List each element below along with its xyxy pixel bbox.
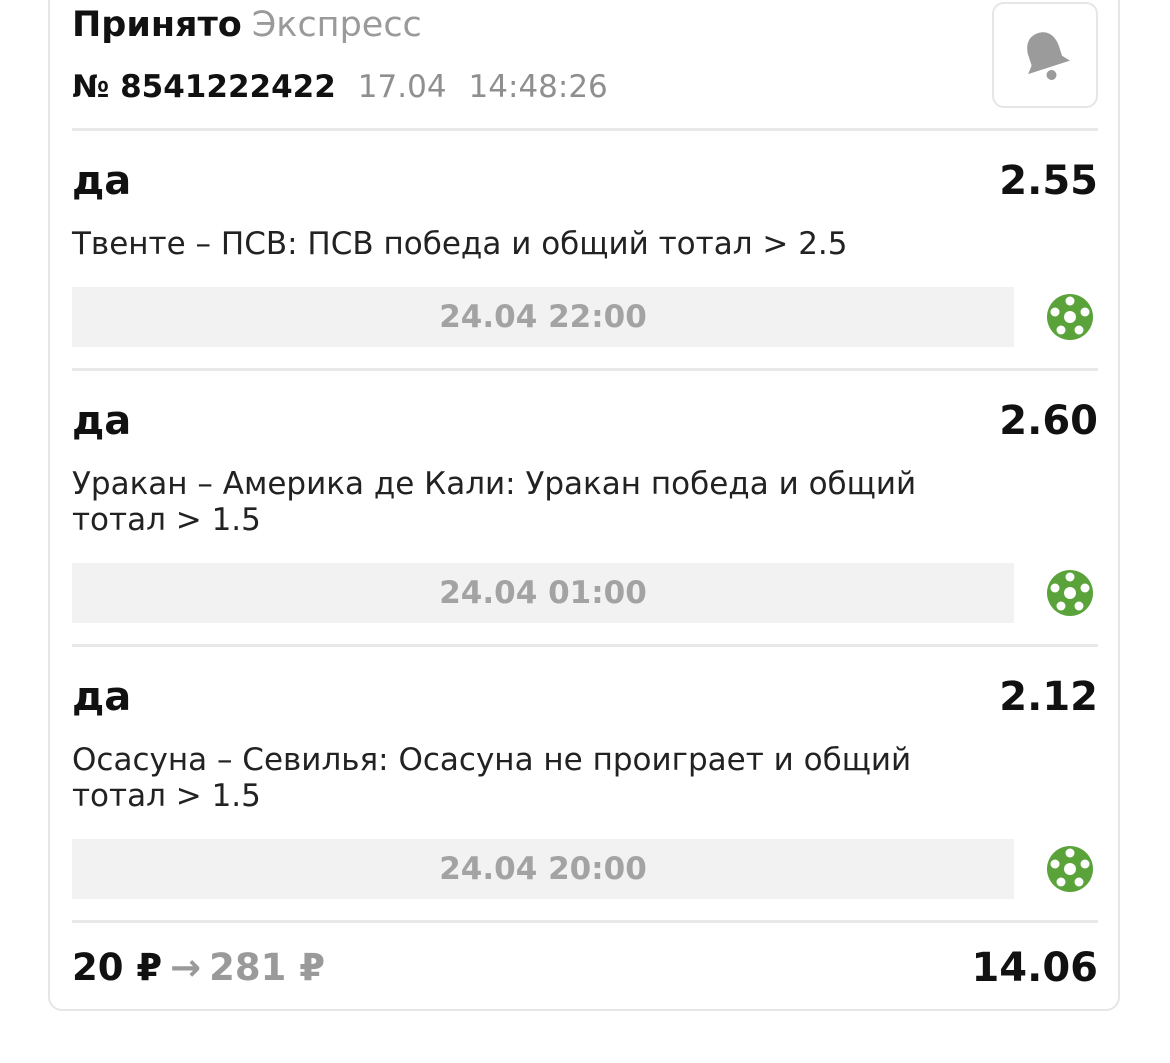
football-icon: [1047, 846, 1093, 892]
event-item: да 2.55 Твенте – ПСВ: ПСВ победа и общий…: [72, 156, 1098, 356]
event-odds: 2.12: [999, 674, 1098, 720]
divider: [72, 920, 1098, 923]
stake-amount: 20 ₽: [72, 946, 163, 989]
event-start-time: 24.04 20:00: [72, 839, 1014, 899]
event-odds: 2.60: [999, 398, 1098, 444]
bet-status: Принято: [72, 5, 242, 45]
potential-payout: 281 ₽: [209, 946, 326, 989]
bell-icon: [1027, 32, 1070, 80]
bet-number: № 8541222422: [72, 69, 336, 105]
total-odds: 14.06: [971, 945, 1098, 991]
bet-meta: № 8541222422 17.04 14:48:26: [72, 67, 608, 107]
event-pick: да: [72, 674, 132, 720]
event-pick: да: [72, 398, 132, 444]
event-description: Уракан – Америка де Кали: Уракан победа …: [72, 466, 917, 538]
divider: [72, 368, 1098, 371]
notification-button[interactable]: [992, 2, 1098, 108]
event-item: да 2.60 Уракан – Америка де Кали: Уракан…: [72, 396, 1098, 626]
divider: [72, 128, 1098, 131]
event-start-time: 24.04 01:00: [72, 563, 1014, 623]
event-pick: да: [72, 158, 132, 204]
event-start-time: 24.04 22:00: [72, 287, 1014, 347]
arrow-right-icon: →: [170, 946, 202, 989]
bet-date: 17.04: [357, 69, 447, 105]
bet-summary: 20 ₽ → 281 ₽ 14.06: [72, 944, 1098, 994]
event-description: Твенте – ПСВ: ПСВ победа и общий тотал >…: [72, 226, 848, 262]
event-odds: 2.55: [999, 158, 1098, 204]
bet-type: Экспресс: [251, 5, 422, 45]
football-icon: [1047, 570, 1093, 616]
football-icon: [1047, 294, 1093, 340]
event-item: да 2.12 Осасуна – Севилья: Осасуна не пр…: [72, 672, 1098, 902]
bet-time: 14:48:26: [468, 69, 608, 105]
bet-header: Принято Экспресс № 8541222422 17.04 14:48:2…: [72, 0, 1098, 128]
stake-row: 20 ₽ → 281 ₽: [72, 944, 325, 992]
divider: [72, 644, 1098, 647]
bet-title: Принято Экспресс: [72, 2, 422, 48]
event-description: Осасуна – Севилья: Осасуна не проиграет …: [72, 742, 912, 814]
